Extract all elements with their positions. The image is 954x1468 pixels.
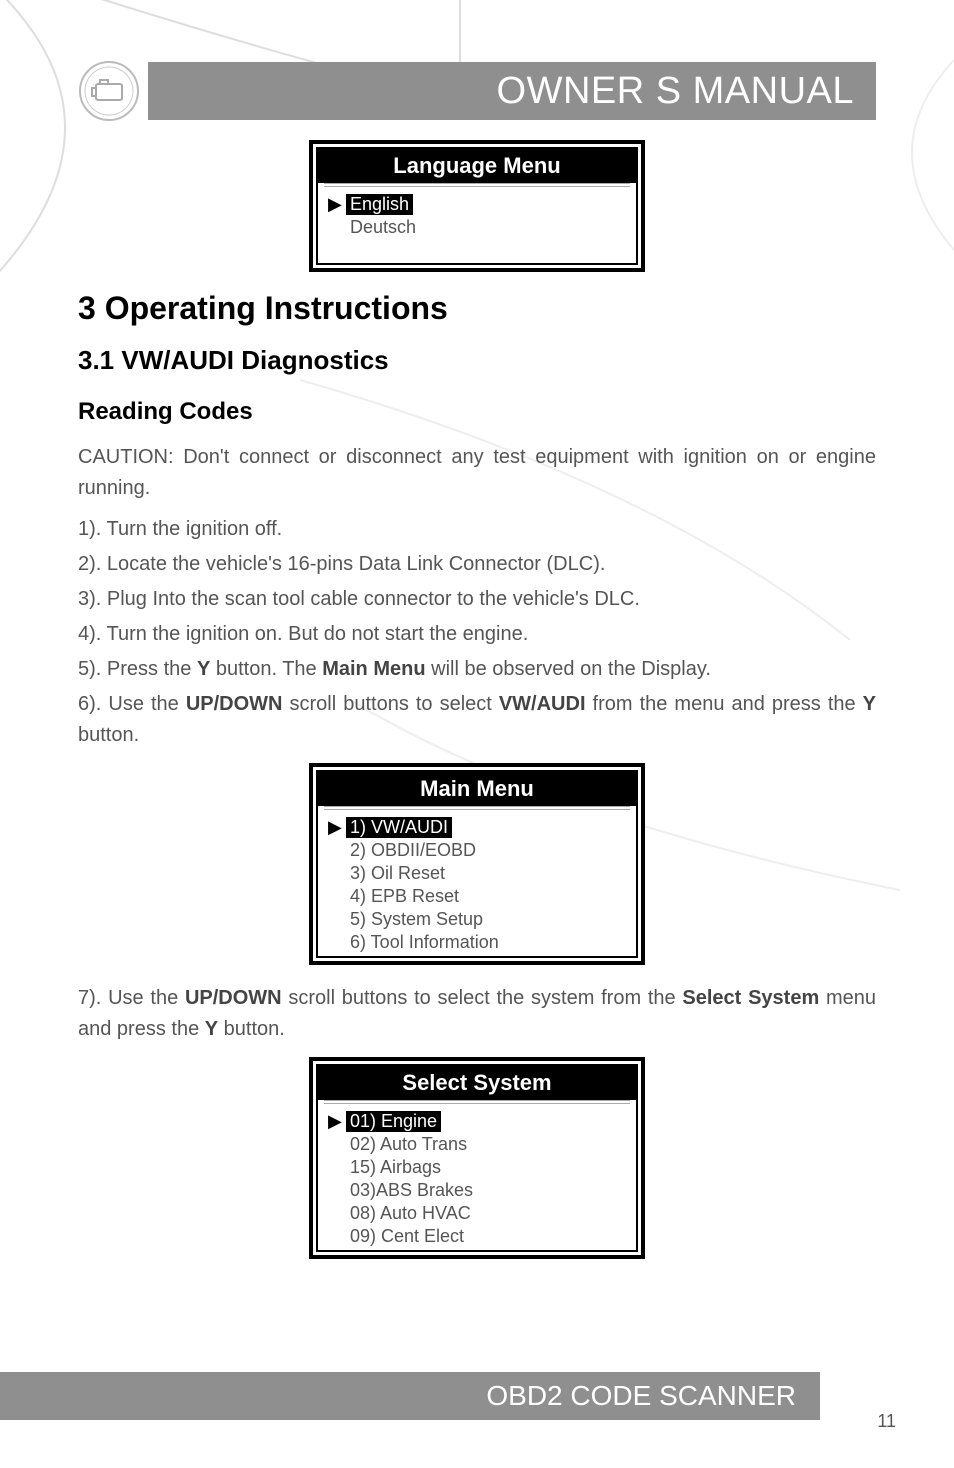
page-title: OWNER S MANUAL — [497, 70, 854, 113]
language-menu-screen: Language Menu ▶ English Deutsch — [309, 140, 645, 272]
language-menu-title: Language Menu — [318, 149, 636, 183]
step-3: 3). Plug Into the scan tool cable connec… — [78, 584, 876, 615]
main-menu-screen: Main Menu ▶1) VW/AUDI 2) OBDII/EOBD 3) O… — [309, 763, 645, 965]
header-bar: OWNER S MANUAL — [78, 60, 876, 122]
main-menu-item-obdii[interactable]: 2) OBDII/EOBD — [328, 839, 626, 862]
main-menu-item-oilreset[interactable]: 3) Oil Reset — [328, 862, 626, 885]
main-menu-item-toolinfo[interactable]: 6) Tool Information — [328, 931, 626, 954]
pointer-icon: ▶ — [328, 194, 346, 215]
language-option-deutsch[interactable]: Deutsch — [328, 216, 626, 239]
select-system-screen: Select System ▶01) Engine 02) Auto Trans… — [309, 1057, 645, 1259]
system-item-abs[interactable]: 03)ABS Brakes — [328, 1179, 626, 1202]
engine-icon — [78, 60, 140, 122]
page-number: 11 — [877, 1411, 896, 1432]
step-6: 6). Use the UP/DOWN scroll buttons to se… — [78, 689, 876, 751]
section-heading: 3 Operating Instructions — [78, 290, 876, 327]
system-item-centelect[interactable]: 09) Cent Elect — [328, 1225, 626, 1248]
pointer-icon: ▶ — [328, 1111, 346, 1132]
system-item-autotrans[interactable]: 02) Auto Trans — [328, 1133, 626, 1156]
step-5: 5). Press the Y button. The Main Menu wi… — [78, 654, 876, 685]
footer-bar: OBD2 CODE SCANNER — [0, 1372, 820, 1420]
main-menu-title: Main Menu — [318, 772, 636, 806]
select-system-title: Select System — [318, 1066, 636, 1100]
step-4: 4). Turn the ignition on. But do not sta… — [78, 619, 876, 650]
main-menu-item-setup[interactable]: 5) System Setup — [328, 908, 626, 931]
subsection-heading: 3.1 VW/AUDI Diagnostics — [78, 345, 876, 376]
system-item-airbags[interactable]: 15) Airbags — [328, 1156, 626, 1179]
main-menu-item-epbreset[interactable]: 4) EPB Reset — [328, 885, 626, 908]
step-7: 7). Use the UP/DOWN scroll buttons to se… — [78, 983, 876, 1045]
language-option-english[interactable]: ▶ English — [328, 193, 626, 216]
footer-label: OBD2 CODE SCANNER — [486, 1380, 796, 1412]
header-title-strip: OWNER S MANUAL — [148, 62, 876, 120]
caution-text: CAUTION: Don't connect or disconnect any… — [78, 442, 876, 504]
system-item-hvac[interactable]: 08) Auto HVAC — [328, 1202, 626, 1225]
topic-heading: Reading Codes — [78, 398, 876, 426]
main-menu-item-vwaudi[interactable]: ▶1) VW/AUDI — [328, 816, 626, 839]
step-1: 1). Turn the ignition off. — [78, 514, 876, 545]
step-2: 2). Locate the vehicle's 16-pins Data Li… — [78, 549, 876, 580]
system-item-engine[interactable]: ▶01) Engine — [328, 1110, 626, 1133]
pointer-icon: ▶ — [328, 817, 346, 838]
